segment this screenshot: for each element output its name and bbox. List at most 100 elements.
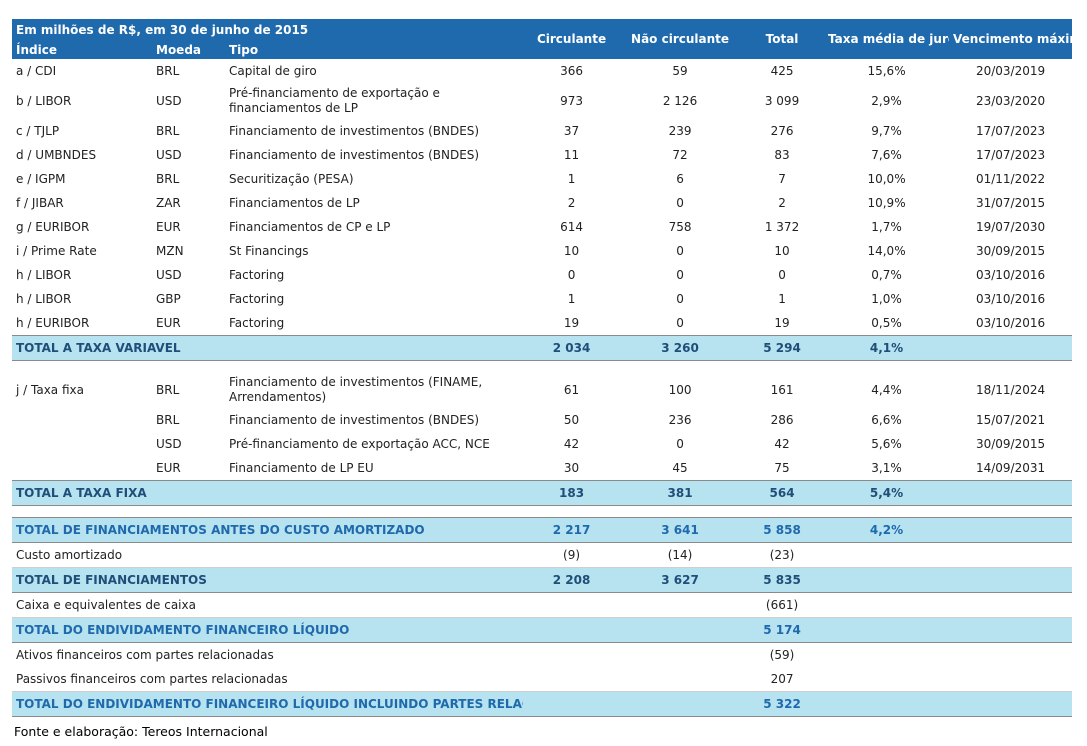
assets-related-row: Ativos financeiros com partes relacionad…: [12, 643, 1072, 668]
cell-total: 3 099: [764, 94, 800, 108]
cell-vencimento: 23/03/2020: [975, 94, 1046, 108]
cell-moeda: BRL: [156, 64, 180, 78]
cell-total: 1: [778, 292, 786, 306]
cell-circulante: 61: [563, 383, 580, 397]
cell-vencimento: 31/07/2015: [975, 196, 1046, 210]
cell-tipo: Financiamento de LP EU: [229, 461, 374, 475]
cell-taxa: 1,7%: [871, 220, 902, 234]
cell-taxa: 2,9%: [871, 94, 902, 108]
cell-taxa: 5,6%: [871, 437, 902, 451]
cell-nao-circulante: 0: [676, 437, 684, 451]
cell-circulante: 0: [567, 268, 576, 282]
cell-circulante: 1: [567, 292, 576, 306]
cell-total: 0: [778, 268, 786, 282]
cell-taxa: 10,9%: [867, 196, 906, 210]
cell-tipo: Financiamentos de LP: [229, 196, 360, 210]
row-label: Passivos financeiros com partes relacion…: [12, 667, 524, 692]
cell-vencimento: 01/11/2022: [975, 172, 1046, 186]
total-label: TOTAL DE FINANCIAMENTOS ANTES DO CUSTO A…: [12, 517, 524, 543]
cell-indice: [12, 432, 152, 456]
cell-indice: i / Prime Rate: [16, 244, 97, 258]
total-circulante: 2 034: [523, 335, 621, 361]
cell-moeda: EUR: [156, 461, 181, 475]
cell-total: (59): [769, 648, 795, 662]
cell-tipo: Factoring: [229, 292, 285, 306]
cell-taxa: 15,6%: [867, 64, 906, 78]
cell-total: 75: [774, 461, 790, 475]
cell-vencimento: 03/10/2016: [975, 292, 1046, 306]
cell-circulante: (9): [523, 542, 621, 568]
cell-total: 7: [778, 172, 786, 186]
debt-table: Em milhões de R$, em 30 de junho de 2015…: [12, 19, 1073, 717]
cell-total: 2: [778, 196, 786, 210]
debt-table-container: Em milhões de R$, em 30 de junho de 2015…: [12, 19, 1073, 717]
cell-vencimento: 19/07/2030: [975, 220, 1046, 234]
row-label: Custo amortizado: [12, 542, 524, 568]
cell-total: 42: [774, 437, 790, 451]
col-header-vencimento: Vencimento máximo: [949, 19, 1073, 59]
cell-moeda: USD: [156, 268, 182, 282]
cell-moeda: GBP: [156, 292, 181, 306]
cell-total: 276: [770, 124, 794, 138]
col-header-taxa: Taxa média de juros: [824, 19, 950, 59]
cell-indice: [12, 456, 152, 481]
cell-total: 83: [774, 148, 790, 162]
total-total: 5 294: [740, 335, 825, 361]
cell-vencimento: 17/07/2023: [975, 148, 1046, 162]
cell-moeda: BRL: [156, 124, 180, 138]
cell-taxa: 10,0%: [867, 172, 906, 186]
total-total: 5 322: [740, 691, 825, 717]
cell-taxa: 0,5%: [871, 316, 902, 330]
cell-moeda: BRL: [156, 383, 180, 397]
cell-nao-circulante: 239: [668, 124, 692, 138]
cell-vencimento: 03/10/2016: [975, 268, 1046, 282]
table-header: Em milhões de R$, em 30 de junho de 2015…: [12, 19, 1073, 59]
cell-nao-circulante: 0: [676, 268, 684, 282]
cell-circulante: 50: [563, 413, 580, 427]
total-circulante: 2 217: [523, 517, 621, 543]
col-header-indice: Índice: [12, 40, 152, 59]
cell-total: 10: [774, 244, 790, 258]
cell-circulante: 1: [567, 172, 576, 186]
cell-tipo: Pré-financiamento de exportação e financ…: [229, 86, 440, 115]
cell-total: (661): [740, 592, 825, 618]
total-label: TOTAL DE FINANCIAMENTOS: [12, 567, 524, 593]
cell-nao-circulante: 72: [672, 148, 688, 162]
cell-moeda: USD: [156, 94, 182, 108]
cell-taxa: 3,1%: [871, 461, 902, 475]
cell-taxa: 9,7%: [871, 124, 902, 138]
cell-circulante: 11: [563, 148, 580, 162]
cell-tipo: Factoring: [229, 268, 285, 282]
total-net-debt-row: TOTAL DO ENDIVIDAMENTO FINANCEIRO LÍQUID…: [12, 617, 1073, 643]
cell-total: 1 372: [764, 220, 800, 234]
cell-vencimento: 30/09/2015: [975, 244, 1046, 258]
total-taxa: 4,2%: [824, 517, 950, 543]
cell-circulante: 19: [563, 316, 580, 330]
total-variable-row: TOTAL A TAXA VARIAVEL 2 034 3 260 5 294 …: [12, 335, 1073, 361]
cell-indice: f / JIBAR: [16, 196, 64, 210]
total-taxa: 4,1%: [824, 335, 950, 361]
cell-indice: h / LIBOR: [16, 292, 72, 306]
cell-moeda: USD: [156, 437, 182, 451]
cell-nao-circulante: (14): [620, 542, 741, 568]
cell-tipo: Factoring: [229, 316, 285, 330]
total-label: TOTAL DO ENDIVIDAMENTO FINANCEIRO LÍQUID…: [12, 617, 524, 643]
cell-total: 19: [774, 316, 790, 330]
source-footer: Fonte e elaboração: Tereos Internacional: [14, 724, 268, 739]
cell-circulante: 366: [560, 64, 583, 78]
cell-indice: j / Taxa fixa: [16, 383, 84, 397]
cell-indice: [12, 408, 152, 432]
cell-moeda: MZN: [156, 244, 184, 258]
cell-circulante: 30: [563, 461, 580, 475]
total-before-amortized-row: TOTAL DE FINANCIAMENTOS ANTES DO CUSTO A…: [12, 517, 1073, 543]
total-total: 5 174: [740, 617, 825, 643]
cell-tipo: Financiamento de investimentos (BNDES): [229, 124, 480, 138]
cell-nao-circulante: 0: [676, 196, 684, 210]
cell-taxa: 4,4%: [871, 383, 902, 397]
total-nao-circulante: 381: [620, 480, 741, 506]
cell-nao-circulante: 100: [668, 383, 692, 397]
total-label: TOTAL A TAXA FIXA: [12, 480, 524, 506]
cell-tipo: Pré-financiamento de exportação ACC, NCE: [229, 437, 490, 451]
cell-vencimento: 15/07/2021: [975, 413, 1046, 427]
col-header-tipo: Tipo: [225, 40, 524, 59]
